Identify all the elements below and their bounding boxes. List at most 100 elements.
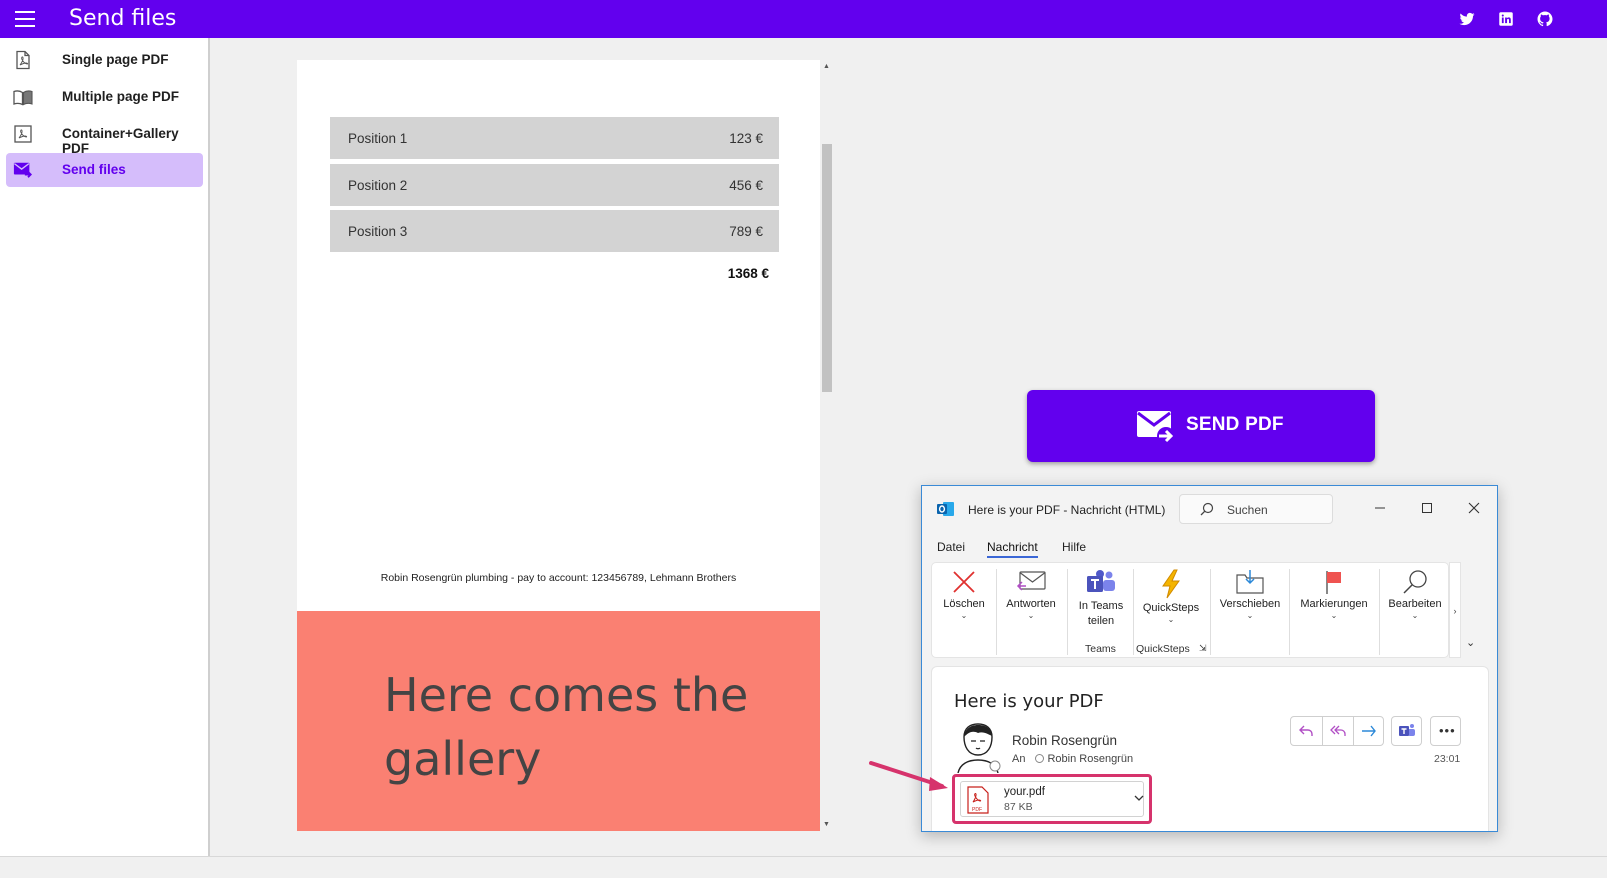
ribbon: Löschen ⌄ Antworten ⌄ In Teams teilen Te… — [931, 562, 1449, 658]
pdf-footer: Robin Rosengrün plumbing - pay to accoun… — [380, 572, 737, 584]
attachment-size: 87 KB — [1004, 801, 1033, 813]
sidebar-item-label: Container+Gallery PDF — [62, 126, 179, 156]
sender-name[interactable]: Robin Rosengrün — [1012, 733, 1117, 748]
attachment-highlight[interactable]: PDF your.pdf 87 KB — [952, 774, 1152, 824]
more-actions-button[interactable]: ••• — [1430, 716, 1461, 746]
tab-hilfe[interactable]: Hilfe — [1062, 540, 1086, 554]
recipient-name[interactable]: Robin Rosengrün — [1047, 753, 1133, 765]
magnifier-icon — [1403, 570, 1427, 594]
scrollbar-thumb[interactable] — [822, 144, 832, 392]
tab-datei[interactable]: Datei — [937, 540, 965, 554]
send-pdf-button[interactable]: SEND PDF — [1027, 390, 1375, 462]
ribbon-separator — [1210, 569, 1211, 655]
total-amount: 1368 € — [727, 266, 769, 281]
sidebar-item-single-page-pdf[interactable]: Single page PDF — [6, 43, 203, 77]
callout-arrow-icon — [869, 761, 948, 791]
message-time: 23:01 — [1434, 753, 1461, 765]
sidebar-nav: Single page PDF Multiple page PDF Contai… — [0, 38, 210, 856]
position-name: Position 1 — [348, 131, 408, 146]
sidebar-item-label: Single page PDF — [62, 52, 169, 67]
ribbon-separator — [1289, 569, 1290, 655]
gallery-section: Here comes the gallery — [297, 611, 820, 831]
ribbon-separator — [1133, 569, 1134, 655]
message-subject: Here is your PDF — [954, 691, 1104, 712]
scroll-up-icon[interactable]: ▲ — [822, 62, 831, 71]
svg-text:PDF: PDF — [972, 807, 982, 813]
teams-icon — [1399, 724, 1415, 736]
search-icon — [1200, 502, 1214, 516]
app-title: Send files — [69, 6, 177, 31]
teams-label-1: In Teams — [1078, 600, 1124, 612]
reply-label: Antworten — [1006, 598, 1056, 610]
flag-icon — [1326, 571, 1341, 594]
minimize-icon[interactable] — [1370, 498, 1390, 518]
chevron-down-icon[interactable] — [1134, 793, 1144, 803]
reply-all-icon — [1330, 725, 1346, 736]
pdf-preview-page: Position 1 123 € Position 2 456 € Positi… — [297, 60, 820, 611]
mail-send-icon — [1137, 411, 1175, 445]
share-to-teams-button[interactable]: In Teams teilen — [1069, 565, 1133, 639]
twitter-icon[interactable] — [1458, 10, 1476, 28]
linkedin-icon[interactable] — [1497, 10, 1515, 28]
avatar — [957, 723, 1001, 773]
pdf-frame-icon — [14, 125, 32, 143]
delete-button[interactable]: Löschen ⌄ — [935, 565, 993, 639]
pdf-file-icon: PDF — [967, 786, 989, 814]
maximize-icon[interactable] — [1417, 498, 1437, 518]
search-box[interactable]: Suchen — [1179, 494, 1333, 524]
reply-button[interactable] — [1291, 717, 1322, 745]
chevron-down-icon: ⌄ — [1167, 615, 1175, 624]
flags-label: Markierungen — [1300, 598, 1368, 610]
teams-label-2: teilen — [1087, 615, 1115, 627]
move-folder-icon — [1236, 570, 1264, 594]
window-title: Here is your PDF - Nachricht (HTML) — [968, 503, 1166, 517]
menu-icon[interactable] — [15, 11, 35, 27]
dialog-launcher-icon[interactable]: ⇲ — [1199, 643, 1207, 654]
tab-nachricht-label: Nachricht — [987, 540, 1038, 554]
forward-icon — [1362, 725, 1376, 737]
flags-button[interactable]: Markierungen ⌄ — [1291, 565, 1377, 639]
position-name: Position 2 — [348, 178, 408, 193]
sidebar-item-send-files[interactable]: Send files — [6, 153, 203, 187]
mail-send-icon — [13, 162, 33, 178]
teams-share-button[interactable] — [1391, 716, 1422, 746]
more-icon: ••• — [1439, 723, 1456, 738]
group-teams-label: Teams — [1085, 643, 1116, 655]
forward-button[interactable] — [1353, 717, 1384, 745]
attachment-card[interactable]: PDF your.pdf 87 KB — [960, 781, 1144, 817]
chevron-down-icon: ⌄ — [1246, 611, 1254, 620]
sidebar-item-label: Multiple page PDF — [62, 89, 180, 104]
chevron-down-icon: ⌄ — [1411, 611, 1419, 620]
app-bar: Send files — [0, 0, 1607, 38]
chevron-down-icon: ⌄ — [1330, 611, 1338, 620]
edit-button[interactable]: Bearbeiten ⌄ — [1382, 565, 1448, 639]
ribbon-expand-icon[interactable]: ⌄ — [1466, 636, 1475, 649]
book-icon — [13, 90, 33, 106]
reply-button[interactable]: Antworten ⌄ — [998, 565, 1064, 639]
ribbon-scroll-right-icon[interactable]: › — [1449, 562, 1461, 658]
ribbon-separator — [1379, 569, 1380, 655]
move-button[interactable]: Verschieben ⌄ — [1214, 565, 1286, 639]
position-name: Position 3 — [348, 224, 408, 239]
sidebar-item-container-gallery-pdf[interactable]: Container+Gallery PDF — [6, 117, 203, 156]
reply-all-button[interactable] — [1322, 717, 1353, 745]
tab-nachricht[interactable]: Nachricht — [987, 540, 1038, 558]
sidebar-item-label: Send files — [62, 162, 126, 177]
reply-icon — [1299, 725, 1313, 736]
message-pane: Here is your PDF Robin Rosengrün An Robin… — [931, 666, 1489, 831]
to-label: An — [1012, 753, 1026, 765]
preview-scrollbar[interactable]: ▲ ▼ — [820, 60, 833, 831]
quicksteps-button[interactable]: QuickSteps ⌄ — [1137, 565, 1205, 639]
edit-label: Bearbeiten — [1388, 598, 1442, 610]
position-value: 789 € — [729, 224, 763, 239]
send-pdf-label: SEND PDF — [1186, 414, 1284, 435]
outlook-logo-icon — [937, 502, 954, 516]
position-row: Position 3 789 € — [330, 210, 779, 252]
sidebar-item-multiple-page-pdf[interactable]: Multiple page PDF — [6, 80, 203, 114]
ribbon-separator — [1067, 569, 1068, 655]
close-icon[interactable] — [1464, 498, 1484, 518]
position-value: 456 € — [729, 178, 763, 193]
github-icon[interactable] — [1536, 10, 1554, 28]
gallery-heading: Here comes the gallery — [384, 668, 749, 786]
scroll-down-icon[interactable]: ▼ — [822, 820, 831, 829]
